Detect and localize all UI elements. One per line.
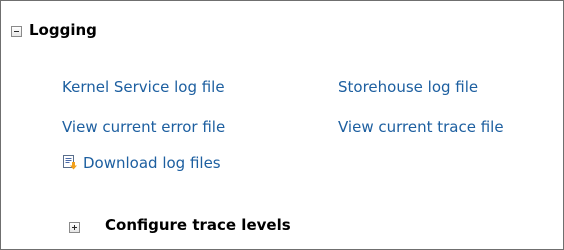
- view-current-trace-file-link[interactable]: View current trace file: [338, 118, 504, 136]
- storehouse-log-link[interactable]: Storehouse log file: [338, 78, 478, 96]
- section-title-logging: Logging: [29, 21, 97, 39]
- collapse-toggle-icon[interactable]: [11, 26, 22, 37]
- download-document-icon[interactable]: [62, 154, 78, 170]
- expand-toggle-icon[interactable]: [69, 222, 80, 233]
- logging-panel: Logging Kernel Service log file Storehou…: [0, 0, 564, 250]
- download-log-files-link[interactable]: Download log files: [83, 154, 221, 172]
- configure-trace-levels-heading[interactable]: Configure trace levels: [105, 216, 291, 234]
- kernel-service-log-link[interactable]: Kernel Service log file: [62, 78, 225, 96]
- view-current-error-file-link[interactable]: View current error file: [62, 118, 225, 136]
